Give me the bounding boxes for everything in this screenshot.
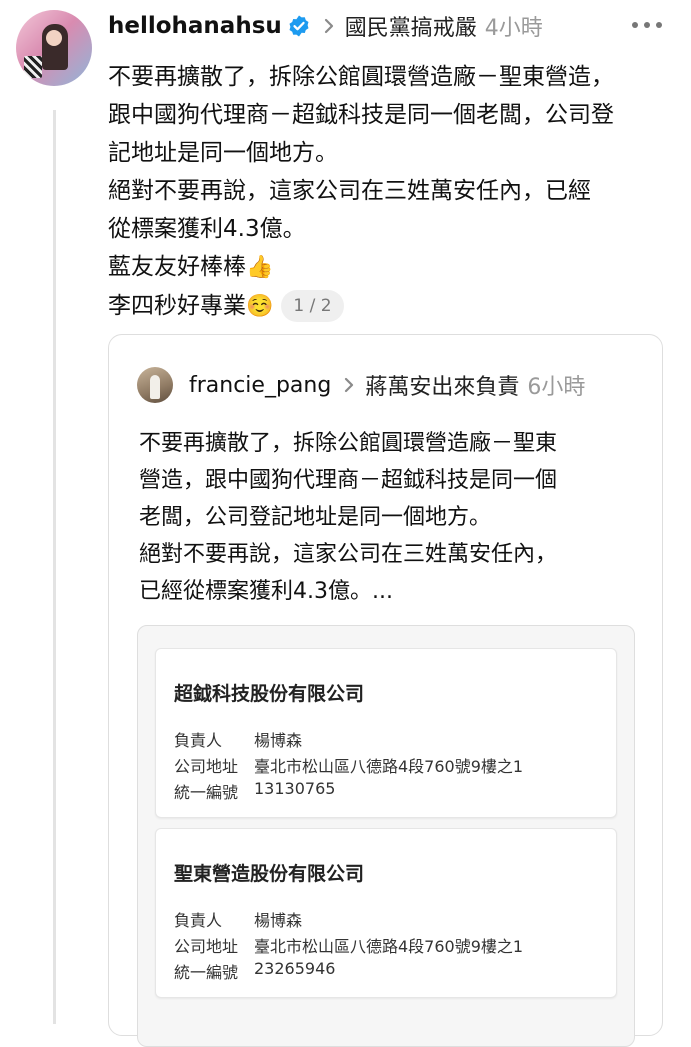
verified-badge-icon (289, 15, 309, 37)
thumbs-up-emoji: 👍 (246, 255, 274, 280)
quoted-author-username[interactable]: francie_pang (189, 373, 331, 398)
post-line: 跟中國狗代理商－超鉞科技是同一個老闆，公司登 (108, 102, 614, 128)
tax-id-label: 統一編號 (174, 963, 239, 982)
tax-id-label: 統一編號 (174, 783, 239, 802)
post-line-with-emoji: 李四秒好專業☺️ 1 / 2 (108, 287, 678, 326)
post-topic[interactable]: 國民黨搞戒嚴 (345, 10, 477, 42)
author-username[interactable]: hellohanahsu (108, 13, 282, 39)
post-body: 不要再擴散了，拆除公館圓環營造廠－聖東營造， 跟中國狗代理商－超鉞科技是同一個老… (108, 58, 678, 326)
post-line: 不要再擴散了，拆除公館圓環營造廠－聖東營造， (108, 64, 614, 90)
post-line-text: 藍友友好棒棒 (108, 254, 246, 280)
quoted-post-body: 不要再擴散了，拆除公館圓環營造廠－聖東 營造，跟中國狗代理商－超鉞科技是同一個 … (139, 425, 649, 610)
author-avatar[interactable] (16, 10, 92, 86)
company-name: 超鉞科技股份有限公司 (174, 683, 365, 705)
owner-row: 負責人 楊博森 (174, 727, 302, 751)
tax-id-value: 13130765 (254, 779, 336, 798)
post-header: hellohanahsu 國民黨搞戒嚴 4小時 (108, 9, 543, 43)
quoted-post-time: 6小時 (527, 375, 586, 400)
owner-value: 楊博森 (254, 731, 303, 750)
owner-row: 負責人 楊博森 (174, 907, 302, 931)
quoted-post-header: francie_pang 蔣萬安出來負責 6小時 (189, 368, 585, 402)
quoted-line: 已經從標案獲利4.3億。... (139, 579, 393, 604)
tax-id-row: 統一編號 13130765 (174, 779, 335, 803)
smile-emoji: ☺️ (246, 294, 274, 319)
media-pager[interactable]: 1 / 2 (281, 290, 344, 322)
quoted-author-avatar[interactable] (137, 367, 173, 403)
owner-label: 負責人 (174, 731, 223, 750)
company-card: 聖東營造股份有限公司 負責人 楊博森 公司地址 臺北市松山區八德路4段760號9… (155, 828, 617, 998)
post-line: 絕對不要再說，這家公司在三姓萬安任內，已經 (108, 178, 591, 204)
owner-label: 負責人 (174, 911, 223, 930)
thread-line (53, 110, 56, 1024)
quoted-image[interactable]: 超鉞科技股份有限公司 負責人 楊博森 公司地址 臺北市松山區八德路4段760號9… (137, 625, 635, 1047)
quoted-line: 老闆，公司登記地址是同一個地方。 (139, 505, 492, 530)
quoted-post-card[interactable]: francie_pang 蔣萬安出來負責 6小時 不要再擴散了，拆除公館圓環營造… (108, 334, 663, 1047)
post-line: 記地址是同一個地方。 (108, 140, 338, 166)
address-value: 臺北市松山區八德路4段760號9樓之1 (254, 757, 524, 776)
post-line: 從標案獲利4.3億。 (108, 216, 306, 242)
tax-id-row: 統一編號 23265946 (174, 959, 335, 983)
tax-id-value: 23265946 (254, 959, 336, 978)
quoted-line: 營造，跟中國狗代理商－超鉞科技是同一個 (139, 468, 558, 493)
address-value: 臺北市松山區八德路4段760號9樓之1 (254, 937, 524, 956)
quoted-post-topic[interactable]: 蔣萬安出來負責 (365, 369, 519, 401)
post-time: 4小時 (484, 16, 543, 41)
owner-value: 楊博森 (254, 911, 303, 930)
chevron-right-icon (345, 377, 354, 393)
more-options-icon[interactable] (627, 10, 667, 40)
address-row: 公司地址 臺北市松山區八德路4段760號9樓之1 (174, 933, 523, 957)
company-card: 超鉞科技股份有限公司 負責人 楊博森 公司地址 臺北市松山區八德路4段760號9… (155, 648, 617, 818)
quoted-line: 絕對不要再說，這家公司在三姓萬安任內， (139, 542, 558, 567)
post-line-text: 李四秒好專業 (108, 293, 246, 319)
chevron-right-icon (324, 18, 333, 34)
address-row: 公司地址 臺北市松山區八德路4段760號9樓之1 (174, 753, 523, 777)
company-name: 聖東營造股份有限公司 (174, 863, 365, 885)
address-label: 公司地址 (174, 937, 239, 956)
address-label: 公司地址 (174, 757, 239, 776)
post-line-with-emoji: 藍友友好棒棒👍 (108, 248, 678, 287)
quoted-line: 不要再擴散了，拆除公館圓環營造廠－聖東 (139, 431, 558, 456)
